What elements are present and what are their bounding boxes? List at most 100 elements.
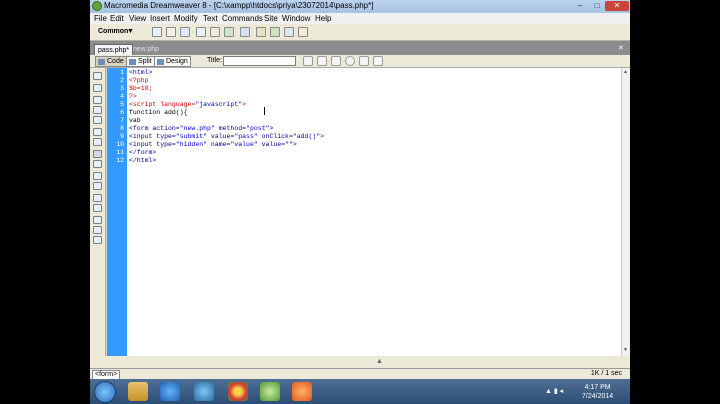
code-line[interactable]: function add(){ (129, 109, 188, 117)
image-icon[interactable] (224, 27, 234, 37)
wrap-tag-icon[interactable] (93, 194, 102, 202)
explorer-folder-icon[interactable] (128, 382, 148, 401)
comment-icon[interactable] (270, 27, 280, 37)
code-token: vab (129, 117, 141, 124)
taskbar-clock[interactable]: 4:17 PM 7/24/2014 (582, 383, 613, 401)
named-anchor-icon[interactable] (180, 27, 190, 37)
chrome-icon[interactable] (228, 382, 248, 401)
code-line[interactable]: <html> (129, 69, 152, 77)
apply-comment-icon[interactable] (93, 172, 102, 180)
visual-aids-icon[interactable] (373, 56, 383, 66)
scroll-down-icon[interactable]: ▼ (623, 347, 628, 353)
preview-browser-icon[interactable] (317, 56, 327, 66)
minimize-button[interactable]: – (572, 1, 588, 11)
line-number: 9 (120, 133, 124, 140)
file-management-icon[interactable] (303, 56, 313, 66)
menu-window[interactable]: Window (282, 14, 310, 23)
code-line[interactable]: vab (129, 117, 141, 125)
collapse-selection-icon[interactable] (93, 106, 102, 114)
menu-text[interactable]: Text (203, 14, 218, 23)
code-line[interactable]: </html> (129, 157, 156, 165)
menu-edit[interactable]: Edit (110, 14, 124, 23)
code-line[interactable]: </form> (129, 149, 156, 157)
code-editor[interactable]: <html> <?php $b=10; ?> <script language="jav… (127, 68, 621, 356)
code-token: function add(){ (129, 109, 188, 116)
collapse-full-tag-icon[interactable] (93, 96, 102, 104)
layer-icon[interactable] (210, 27, 220, 37)
tab-new-php[interactable]: new.php (130, 44, 162, 55)
xampp-icon[interactable] (292, 382, 312, 401)
chevron-down-icon[interactable]: ▼ (127, 28, 134, 35)
tag-chooser-icon[interactable] (298, 27, 308, 37)
panel-collapse-grip-icon[interactable]: ▲ (376, 358, 383, 365)
email-link-icon[interactable] (166, 27, 176, 37)
code-line[interactable]: <input type="submit" value="pass" onClic… (129, 133, 324, 141)
hyperlink-icon[interactable] (152, 27, 162, 37)
open-documents-icon[interactable] (93, 72, 102, 80)
panel-resize-bar[interactable]: ▲ (90, 356, 630, 368)
download-size: 1K / 1 sec (590, 370, 622, 377)
line-number: 3 (120, 85, 124, 92)
menu-help[interactable]: Help (315, 14, 331, 23)
refresh-icon[interactable] (345, 56, 355, 66)
code-token: "javascript" (195, 101, 243, 108)
code-line[interactable]: <script language="javascript"> (129, 101, 246, 109)
menu-insert[interactable]: Insert (150, 14, 170, 23)
code-token: <form action= (129, 125, 180, 132)
code-token: value= (257, 141, 286, 148)
menu-view[interactable]: View (129, 14, 146, 23)
format-source-code-icon[interactable] (93, 236, 102, 244)
page-title-input[interactable] (223, 56, 296, 66)
show-code-navigator-icon[interactable] (93, 84, 102, 92)
system-tray-icons[interactable]: ▲ ▮ ◂ (545, 387, 563, 395)
split-view-icon (129, 59, 136, 65)
debug-browser-icon[interactable] (331, 56, 341, 66)
menu-modify[interactable]: Modify (174, 14, 198, 23)
split-view-label: Split (138, 58, 152, 65)
code-line[interactable]: $b=10; (129, 85, 152, 93)
balance-braces-icon[interactable] (93, 138, 102, 146)
insert-category[interactable]: Common (98, 28, 128, 35)
templates-icon[interactable] (284, 27, 294, 37)
highlight-invalid-code-icon[interactable] (93, 160, 102, 168)
dreamweaver-taskbar-icon[interactable] (260, 382, 280, 401)
code-line[interactable]: <input type="hidden" name="value" value=… (129, 141, 297, 149)
internet-explorer-icon[interactable] (160, 382, 180, 401)
select-parent-tag-icon[interactable] (93, 128, 102, 136)
split-view-button[interactable]: Split (126, 56, 155, 67)
line-number: 2 (120, 77, 124, 84)
code-token: $b=10; (129, 85, 153, 92)
menu-file[interactable]: File (94, 14, 107, 23)
remove-comment-icon[interactable] (93, 182, 102, 190)
scroll-up-icon[interactable]: ▲ (623, 69, 628, 75)
indent-code-icon[interactable] (93, 216, 102, 224)
view-options-icon[interactable] (359, 56, 369, 66)
tab-pass-php[interactable]: pass.php* (94, 44, 134, 55)
close-document-icon[interactable]: ✕ (618, 44, 624, 52)
table-icon[interactable] (196, 27, 206, 37)
media-player-icon[interactable] (194, 382, 214, 401)
code-token: </form> (129, 149, 157, 156)
media-icon[interactable] (240, 27, 250, 37)
code-token: "add()" (292, 133, 321, 140)
code-view-button[interactable]: Code (95, 56, 127, 67)
code-line[interactable]: <?php (129, 77, 149, 85)
code-line[interactable]: <form action="new.php" method="post"> (129, 125, 273, 133)
maximize-button[interactable]: □ (589, 1, 605, 11)
insert-bar: Common ▼ (90, 24, 630, 41)
vertical-scrollbar[interactable]: ▲ ▼ (621, 68, 630, 356)
design-view-button[interactable]: Design (154, 56, 191, 67)
outdent-code-icon[interactable] (93, 226, 102, 234)
code-token: > (320, 133, 325, 140)
close-button[interactable]: ✕ (605, 1, 629, 11)
expand-all-icon[interactable] (93, 116, 102, 124)
text-cursor (264, 107, 265, 115)
code-token: > (292, 141, 297, 148)
menu-site[interactable]: Site (264, 14, 278, 23)
recent-snippets-icon[interactable] (93, 204, 102, 212)
menu-commands[interactable]: Commands (222, 14, 263, 23)
start-button[interactable] (94, 381, 116, 403)
line-numbers-icon[interactable] (93, 150, 102, 158)
code-line[interactable]: ?> (129, 93, 137, 101)
date-icon[interactable] (256, 27, 266, 37)
